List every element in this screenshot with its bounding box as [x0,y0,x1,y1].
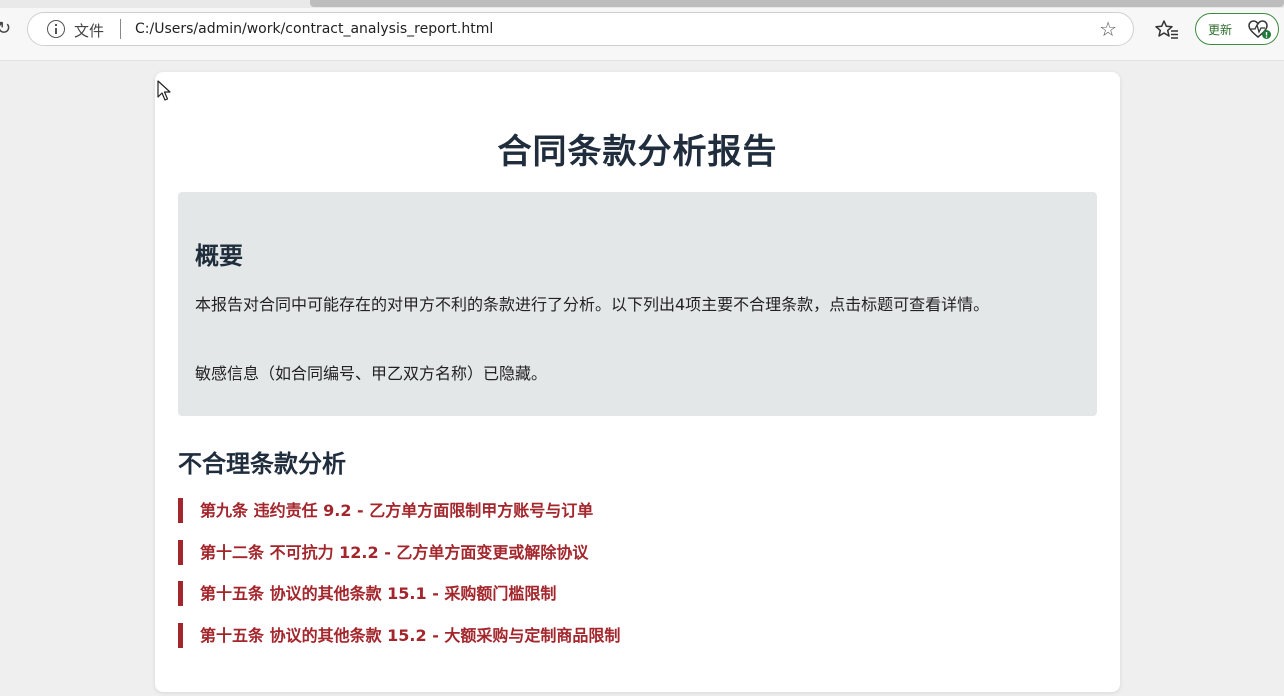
clauses-section-heading: 不合理条款分析 [178,450,346,478]
mouse-cursor-icon [157,80,171,101]
clause-item[interactable]: 第十五条 协议的其他条款 15.1 - 采购额门槛限制 [178,581,1097,606]
heart-pulse-icon [1248,20,1271,39]
clause-item[interactable]: 第十二条 不可抗力 12.2 - 乙方单方面变更或解除协议 [178,539,1097,565]
address-separator [120,19,121,39]
sensitive-info-note: 敏感信息（如合同编号、甲乙双方名称）已隐藏。 [195,364,548,383]
clause-item[interactable]: 第九条 违约责任 9.2 - 乙方单方面限制甲方账号与订单 [178,498,1097,523]
star-icon[interactable]: ☆ [1099,18,1117,40]
summary-paragraph: 本报告对合同中可能存在的对甲方不利的条款进行了分析。以下列出4项主要不合理条款，… [195,295,990,314]
summary-heading: 概要 [195,242,243,270]
tab-strip-scrollbar[interactable] [310,0,1284,7]
clause-title[interactable]: 第十五条 协议的其他条款 15.2 - 大额采购与定制商品限制 [200,626,620,645]
page-title: 合同条款分析报告 [497,132,778,172]
refresh-icon[interactable]: ↻ [0,18,11,39]
tab-strip [0,0,1284,8]
summary-box: 概要 本报告对合同中可能存在的对甲方不利的条款进行了分析。以下列出4项主要不合理… [178,192,1097,416]
url-text[interactable]: C:/Users/admin/work/contract_analysis_re… [135,21,493,37]
info-icon[interactable] [47,20,65,38]
file-scheme-label: 文件 [74,22,105,40]
browser-toolbar: ↻ 文件 C:/Users/admin/work/contract_analys… [0,0,1284,61]
address-bar[interactable]: 文件 C:/Users/admin/work/contract_analysis… [27,12,1134,46]
clause-title[interactable]: 第十五条 协议的其他条款 15.1 - 采购额门槛限制 [200,584,556,603]
update-label: 更新 [1208,23,1233,37]
clause-item[interactable]: 第十五条 协议的其他条款 15.2 - 大额采购与定制商品限制 [178,622,1097,648]
clause-list: 第九条 违约责任 9.2 - 乙方单方面限制甲方账号与订单 第十二条 不可抗力 … [178,498,1097,664]
clause-title[interactable]: 第十二条 不可抗力 12.2 - 乙方单方面变更或解除协议 [200,543,588,562]
clause-title[interactable]: 第九条 违约责任 9.2 - 乙方单方面限制甲方账号与订单 [200,501,593,520]
report-card: 合同条款分析报告 概要 本报告对合同中可能存在的对甲方不利的条款进行了分析。以下… [155,72,1120,692]
favorites-icon[interactable] [1155,19,1179,41]
update-button[interactable]: 更新 [1195,13,1279,45]
